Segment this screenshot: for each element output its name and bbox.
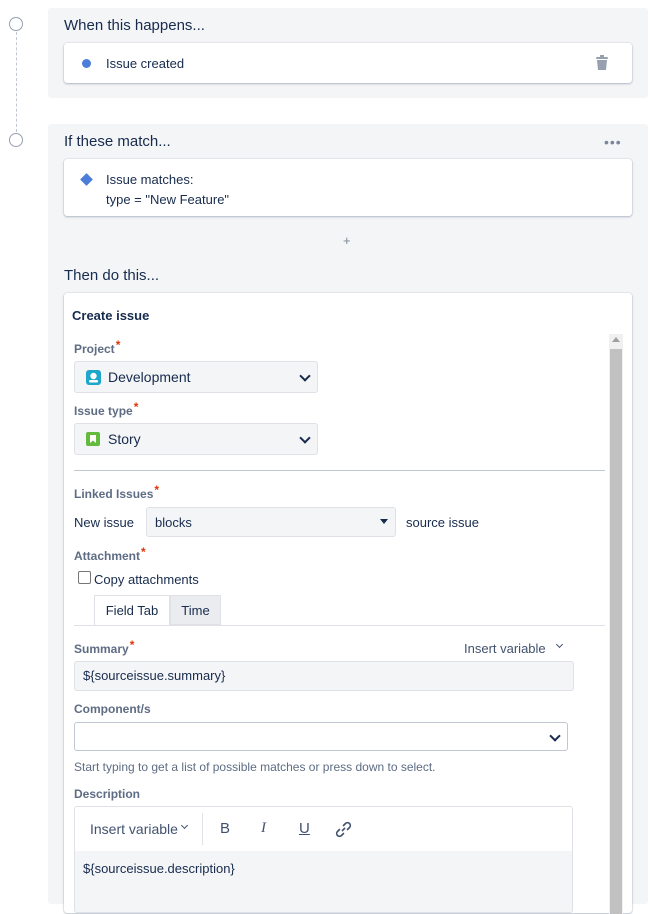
divider: [74, 470, 605, 471]
linked-suffix: source issue: [406, 515, 479, 530]
timeline-node-trigger: [9, 17, 23, 31]
linked-issues-label: Linked Issues*: [74, 483, 160, 501]
description-editor: Insert variable B I U ${sourceissue.desc…: [74, 806, 573, 913]
trigger-section: When this happens... Issue created: [48, 8, 648, 98]
add-component-button[interactable]: +: [343, 233, 351, 248]
link-type-select[interactable]: blocks: [146, 507, 396, 537]
summary-label: Summary*: [74, 638, 135, 656]
description-value[interactable]: ${sourceissue.description}: [83, 861, 235, 876]
create-issue-title: Create issue: [72, 308, 150, 323]
project-select[interactable]: Development: [74, 361, 318, 393]
attachment-label: Attachment*: [74, 545, 146, 563]
condition-line1: Issue matches:: [106, 172, 194, 187]
create-issue-card: Create issue Project* Development Issue …: [64, 293, 632, 914]
chevron-down-icon: [299, 432, 311, 444]
project-label: Project*: [74, 338, 121, 356]
chevron-down-icon: [549, 730, 561, 742]
bold-button[interactable]: B: [220, 820, 230, 837]
tab-time[interactable]: Time: [170, 595, 221, 625]
timeline-node-condition: [9, 133, 23, 147]
link-type-value: blocks: [155, 515, 192, 530]
copy-attachments-label[interactable]: Copy attachments: [94, 572, 199, 587]
timeline-connector: [16, 32, 17, 132]
editor-toolbar: Insert variable B I U: [75, 807, 572, 851]
toolbar-separator: [202, 813, 203, 845]
summary-insert-variable[interactable]: Insert variable: [464, 641, 546, 656]
condition-card[interactable]: Issue matches: type = "New Feature": [64, 159, 632, 216]
issue-type-label: Issue type*: [74, 400, 139, 418]
chevron-down-icon[interactable]: [555, 640, 564, 649]
trigger-dot-icon: [82, 59, 91, 68]
scrollbar-thumb[interactable]: [610, 349, 622, 914]
condition-title: If these match...: [64, 133, 171, 150]
more-icon[interactable]: •••: [604, 134, 622, 150]
condition-section: If these match... ••• Issue matches: typ…: [48, 124, 648, 914]
trigger-card[interactable]: Issue created: [64, 43, 632, 83]
underline-button[interactable]: U: [299, 820, 310, 837]
condition-diamond-icon: [80, 173, 93, 186]
tab-field[interactable]: Field Tab: [94, 595, 170, 626]
description-insert-variable[interactable]: Insert variable: [90, 821, 178, 837]
issue-type-value: Story: [108, 431, 141, 447]
italic-button[interactable]: I: [261, 820, 266, 837]
project-icon: [86, 370, 101, 385]
components-label: Component/s: [74, 702, 151, 716]
dropdown-arrow-icon: [380, 519, 388, 524]
project-value: Development: [108, 369, 191, 385]
action-title: Then do this...: [64, 267, 160, 284]
chevron-down-icon: [180, 821, 189, 830]
components-select[interactable]: [74, 722, 568, 751]
story-icon: [86, 432, 100, 446]
summary-input[interactable]: ${sourceissue.summary}: [74, 661, 574, 691]
linked-prefix: New issue: [74, 515, 134, 530]
condition-line2: type = "New Feature": [106, 192, 230, 207]
chevron-down-icon: [299, 370, 311, 382]
trigger-title: When this happens...: [64, 17, 205, 34]
trigger-item-label: Issue created: [106, 56, 185, 71]
copy-attachments-checkbox[interactable]: [78, 571, 91, 584]
description-label: Description: [74, 787, 141, 801]
trash-icon[interactable]: [595, 55, 609, 71]
link-icon[interactable]: [335, 821, 352, 838]
description-content[interactable]: ${sourceissue.description}: [75, 851, 572, 912]
issue-type-select[interactable]: Story: [74, 423, 318, 455]
tabs-divider: [74, 625, 605, 626]
components-hint: Start typing to get a list of possible m…: [74, 760, 436, 774]
scroll-up-arrow[interactable]: [612, 337, 620, 342]
